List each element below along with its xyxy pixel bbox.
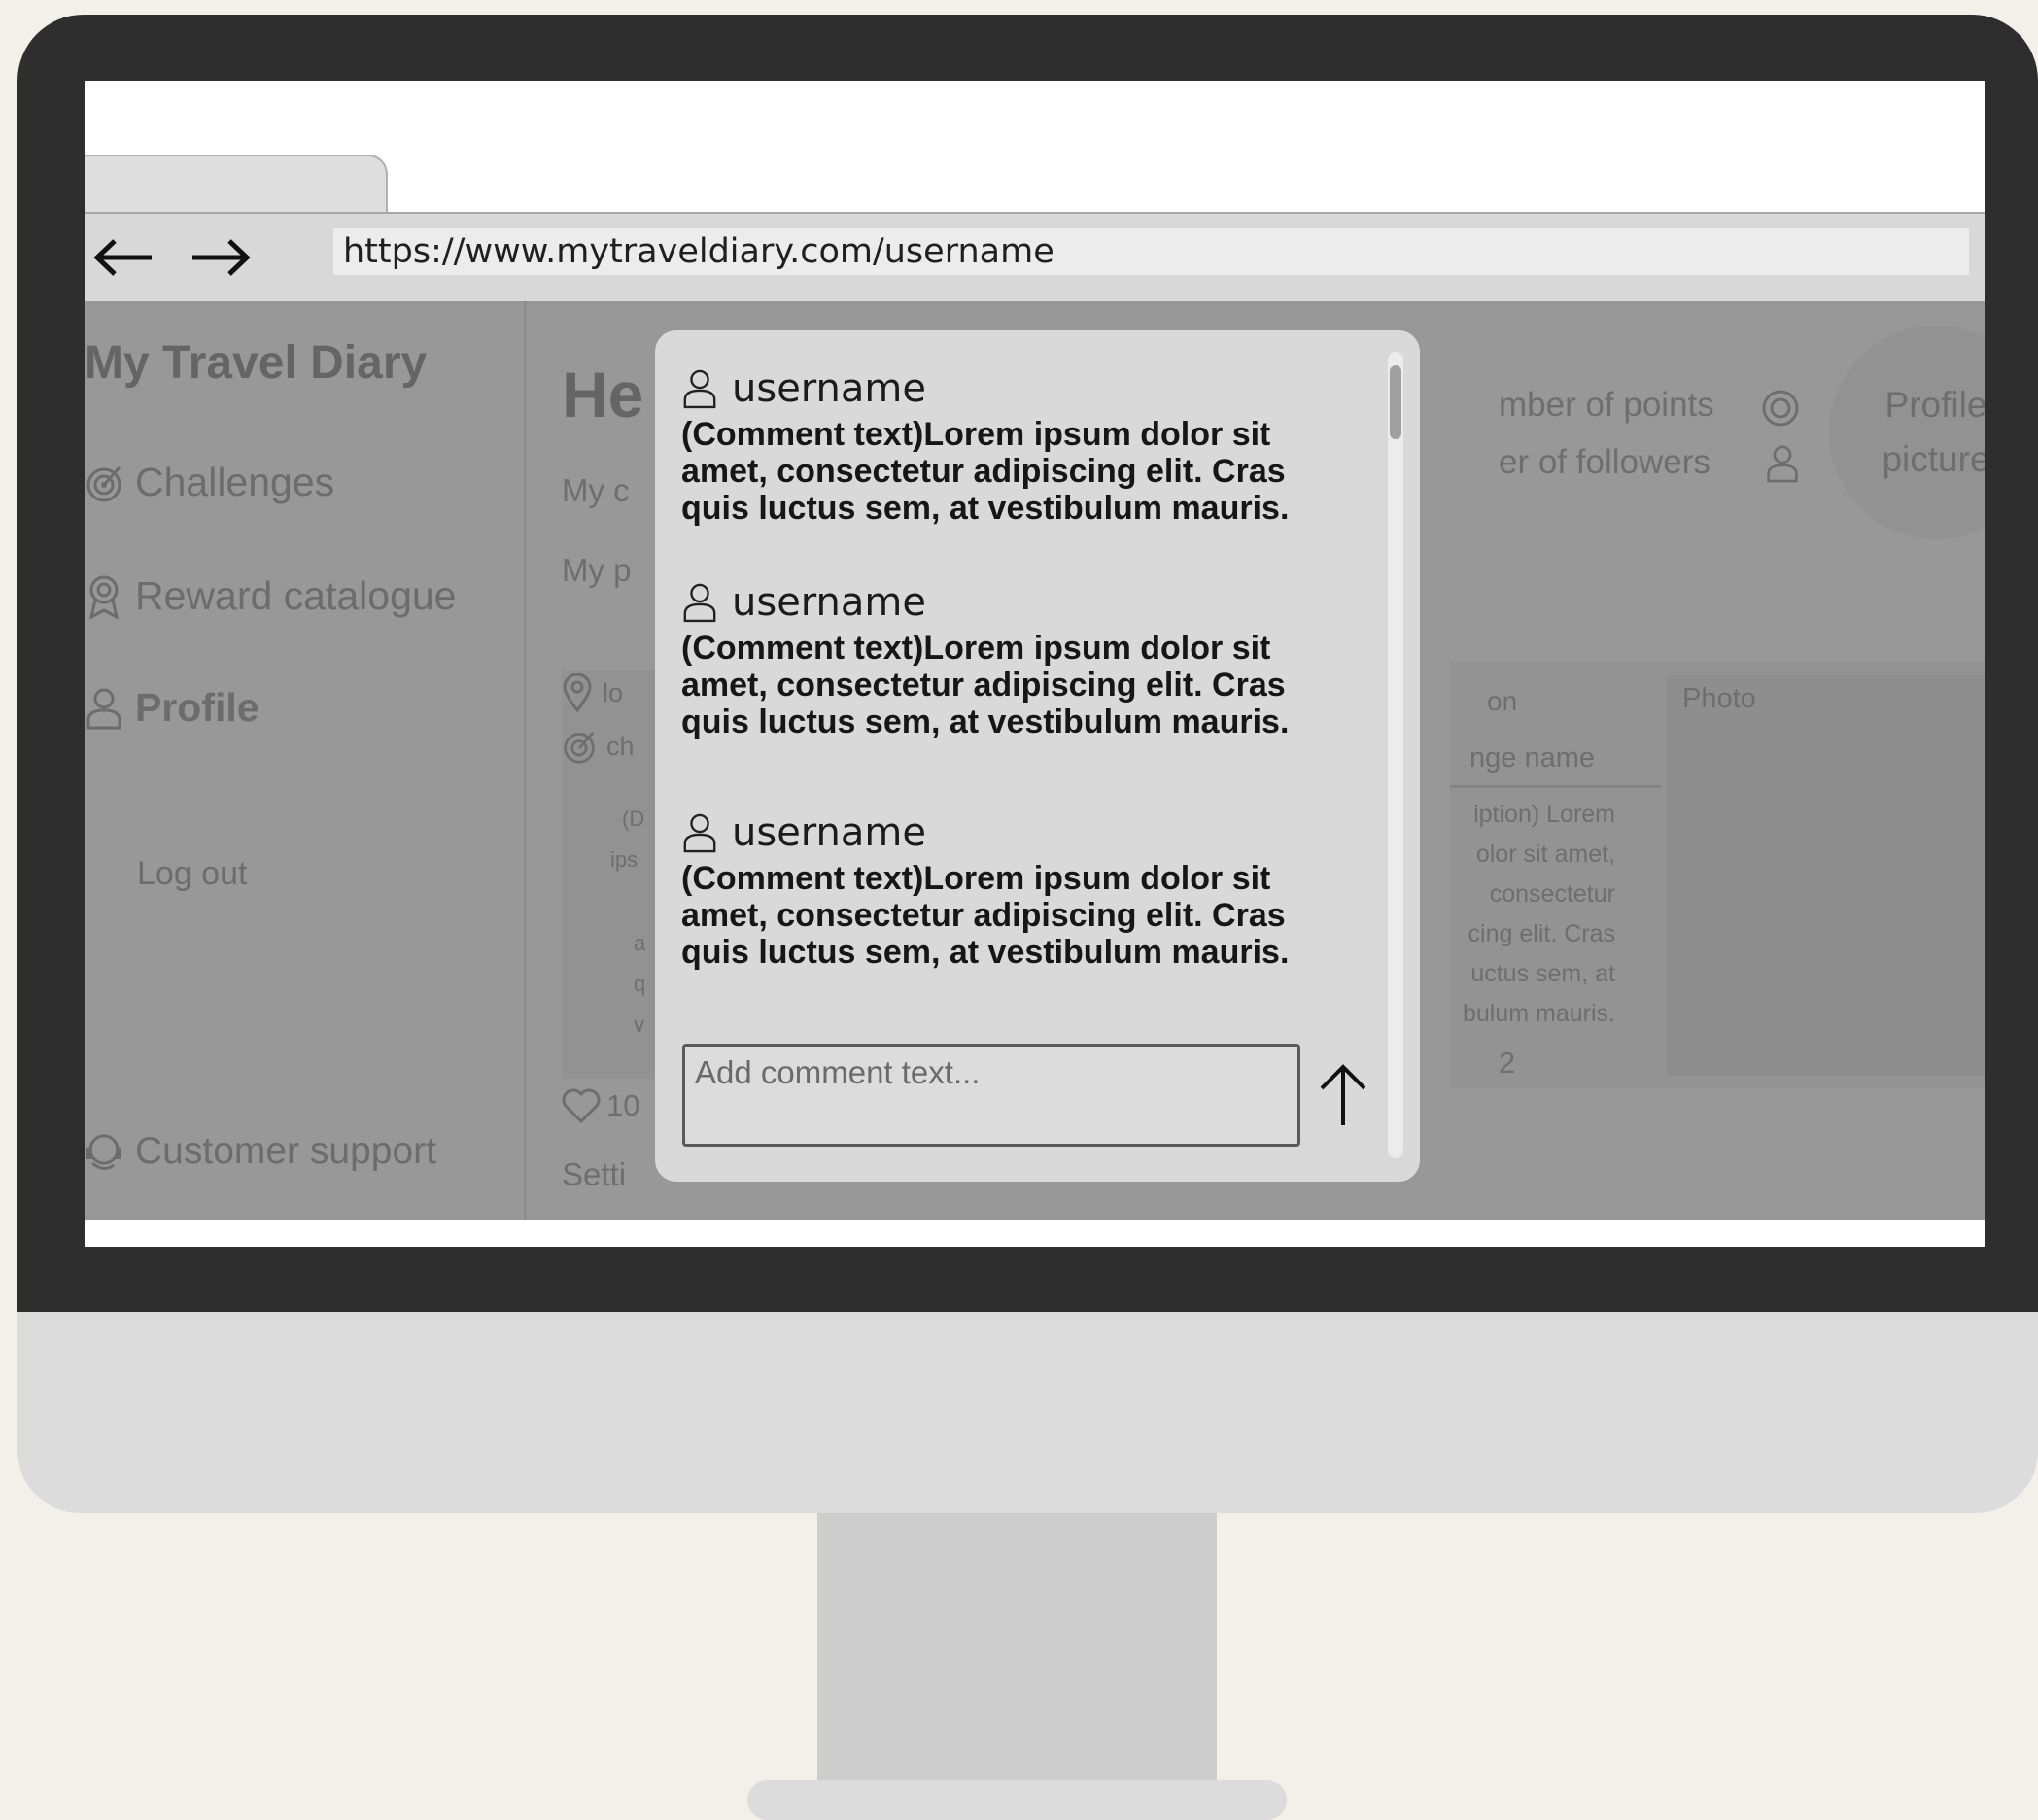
url-bar[interactable]: https://www.mytraveldiary.com/username bbox=[333, 228, 1969, 275]
arrow-up-icon bbox=[1320, 1064, 1366, 1125]
screen: https://www.mytraveldiary.com/username M… bbox=[85, 81, 1985, 1247]
comment-text: (Comment text)Lorem ipsum dolor sit amet… bbox=[681, 416, 1290, 527]
send-comment-button[interactable] bbox=[1312, 1061, 1374, 1137]
forward-button[interactable] bbox=[182, 223, 259, 292]
scrollbar-thumb[interactable] bbox=[1390, 365, 1401, 439]
comment-text: (Comment text)Lorem ipsum dolor sit amet… bbox=[681, 630, 1290, 740]
comment-header: username bbox=[681, 577, 1323, 628]
user-icon bbox=[683, 583, 716, 623]
monitor-stand bbox=[817, 1513, 1217, 1781]
comment-item: username (Comment text)Lorem ipsum dolor… bbox=[681, 807, 1323, 971]
monitor-base bbox=[747, 1780, 1287, 1820]
comment-username[interactable]: username bbox=[732, 366, 926, 411]
arrow-right-icon bbox=[192, 239, 251, 276]
comments-modal: username (Comment text)Lorem ipsum dolor… bbox=[655, 330, 1420, 1182]
comment-item: username (Comment text)Lorem ipsum dolor… bbox=[681, 363, 1323, 527]
browser-tab[interactable] bbox=[85, 155, 388, 215]
comment-username[interactable]: username bbox=[732, 580, 926, 625]
comment-username[interactable]: username bbox=[732, 810, 926, 855]
comment-item: username (Comment text)Lorem ipsum dolor… bbox=[681, 577, 1323, 740]
user-icon bbox=[683, 813, 716, 853]
user-icon bbox=[683, 369, 716, 409]
arrow-left-icon bbox=[93, 239, 152, 276]
comment-input[interactable] bbox=[682, 1044, 1300, 1147]
scrollbar[interactable] bbox=[1388, 352, 1403, 1158]
monitor-chin bbox=[17, 1312, 2038, 1513]
comment-header: username bbox=[681, 807, 1323, 858]
comment-text: (Comment text)Lorem ipsum dolor sit amet… bbox=[681, 860, 1290, 971]
comment-header: username bbox=[681, 363, 1323, 414]
browser-toolbar: https://www.mytraveldiary.com/username bbox=[85, 212, 1985, 303]
back-button[interactable] bbox=[85, 223, 162, 292]
